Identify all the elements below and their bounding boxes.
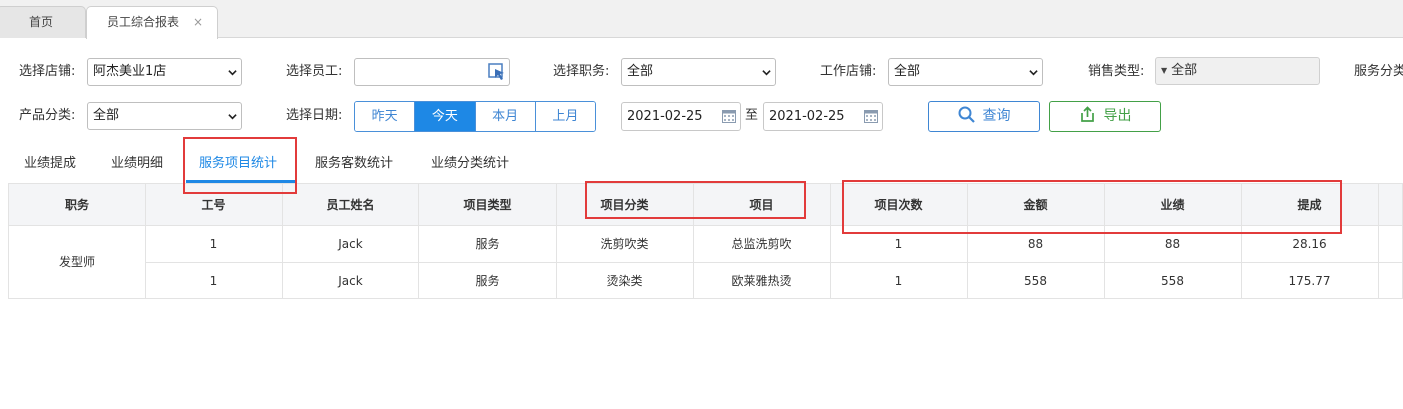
cell-item-count: 1: [894, 274, 903, 288]
chevron-down-icon: [228, 114, 237, 120]
subtab-performance-detail[interactable]: 业绩明细: [111, 149, 163, 179]
date-last-month-button[interactable]: 上月: [535, 102, 595, 131]
col-header-employee-name[interactable]: 员工姓名: [282, 184, 419, 226]
product-category-label: 产品分类:: [19, 108, 76, 123]
cell-commission: 175.77: [1288, 274, 1331, 288]
calendar-icon[interactable]: [864, 109, 878, 123]
cell-performance: 558: [1161, 274, 1184, 288]
product-category-select-value: 全部: [93, 108, 120, 123]
close-icon[interactable]: ×: [193, 7, 203, 38]
cell-item-type: 服务: [475, 274, 500, 288]
date-range-separator: 至: [745, 108, 759, 123]
highlight-box-subtab: [183, 137, 297, 194]
query-button-label: 查询: [982, 108, 1011, 124]
group-cell-position: 发型师: [58, 255, 95, 269]
cell-employee-name: Jack: [338, 237, 363, 251]
sales-type-select-value: 全部: [1171, 63, 1198, 78]
cell-item: 欧莱雅热烫: [731, 274, 792, 288]
chevron-down-icon: [1029, 70, 1038, 76]
store-select[interactable]: 阿杰美业1店: [87, 58, 242, 86]
date-today-button[interactable]: 今天: [415, 102, 476, 131]
work-store-select-value: 全部: [894, 64, 921, 79]
subtab-performance-commission[interactable]: 业绩提成: [24, 149, 76, 179]
tab-home[interactable]: 首页: [0, 6, 86, 38]
date-yesterday-button[interactable]: 昨天: [355, 102, 416, 131]
cell-item-category: 烫染类: [606, 274, 643, 288]
export-button-label: 导出: [1103, 108, 1132, 124]
tab-employee-report-label: 员工综合报表: [106, 15, 179, 29]
export-button[interactable]: 导出: [1049, 101, 1161, 132]
cell-item: 总监洗剪吹: [731, 237, 792, 251]
cell-item-category: 洗剪吹类: [600, 237, 649, 251]
highlight-box-value-columns: [842, 180, 1342, 234]
date-from-input[interactable]: 2021-02-25: [621, 102, 741, 131]
query-button[interactable]: 查询: [928, 101, 1040, 132]
service-category-label: 服务分类: [1354, 64, 1403, 79]
employee-label: 选择员工:: [286, 64, 343, 79]
position-select-value: 全部: [627, 64, 654, 79]
date-range-buttons: 昨天 今天 本月 上月: [354, 101, 596, 132]
date-from-value: 2021-02-25: [627, 109, 703, 124]
col-header-item-type[interactable]: 项目类型: [419, 184, 556, 226]
employee-input[interactable]: [354, 58, 510, 86]
highlight-box-item-columns: [585, 181, 806, 219]
work-store-label: 工作店铺:: [820, 64, 877, 79]
calendar-icon[interactable]: [722, 109, 736, 123]
tab-employee-report[interactable]: 员工综合报表 ×: [86, 6, 218, 39]
search-icon: [958, 106, 975, 123]
position-label: 选择职务:: [553, 64, 610, 79]
sales-type-label: 销售类型:: [1088, 64, 1145, 79]
position-select[interactable]: 全部: [621, 58, 776, 86]
select-cursor-icon[interactable]: [488, 63, 506, 81]
date-this-month-button[interactable]: 本月: [475, 102, 536, 131]
chevron-down-icon: [762, 70, 771, 76]
subtab-service-customer-stats[interactable]: 服务客数统计: [315, 149, 393, 179]
col-header-position[interactable]: 职务: [9, 184, 145, 226]
caret-down-icon: ▼: [1161, 66, 1168, 75]
cell-amount: 558: [1024, 274, 1047, 288]
date-to-input[interactable]: 2021-02-25: [763, 102, 883, 131]
sales-type-select[interactable]: ▼ 全部: [1155, 57, 1320, 85]
store-select-value: 阿杰美业1店: [93, 64, 167, 79]
work-store-select[interactable]: 全部: [888, 58, 1043, 86]
cell-employee-name: Jack: [338, 274, 363, 288]
cell-item-type: 服务: [475, 237, 500, 251]
date-to-value: 2021-02-25: [769, 109, 845, 124]
tab-home-label: 首页: [28, 15, 53, 29]
product-category-select[interactable]: 全部: [87, 102, 242, 130]
cell-employee-id: 1: [209, 237, 218, 251]
tab-bar: 首页 员工综合报表 ×: [0, 0, 1403, 39]
store-label: 选择店铺:: [19, 64, 76, 79]
chevron-down-icon: [228, 70, 237, 76]
date-label: 选择日期:: [286, 108, 343, 123]
cell-employee-id: 1: [209, 274, 218, 288]
export-icon: [1080, 106, 1094, 122]
subtab-performance-category-stats[interactable]: 业绩分类统计: [431, 149, 509, 179]
